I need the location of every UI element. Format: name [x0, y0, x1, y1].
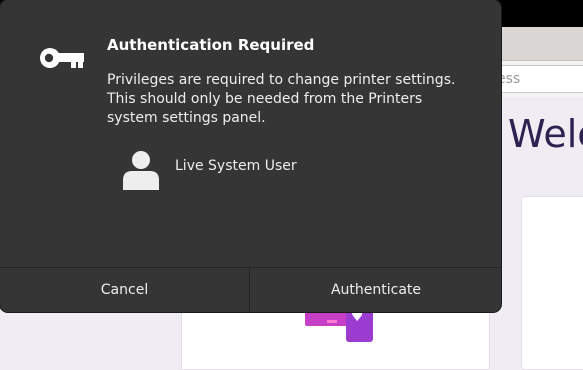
dialog-button-bar: Cancel Authenticate	[0, 267, 501, 312]
authenticate-button[interactable]: Authenticate	[251, 268, 501, 312]
background-card-right	[521, 196, 583, 370]
cancel-button[interactable]: Cancel	[0, 268, 250, 312]
background-welcome-heading: Welc	[508, 112, 583, 156]
user-avatar-icon	[123, 151, 159, 190]
dialog-title: Authentication Required	[107, 36, 315, 54]
authentication-dialog: Authentication Required Privileges are r…	[0, 0, 501, 312]
user-selector: Live System User	[122, 148, 372, 192]
user-name: Live System User	[175, 158, 297, 174]
key-icon	[40, 48, 84, 68]
heart-icon: ♥	[351, 309, 364, 325]
dialog-message: Privileges are required to change printe…	[107, 72, 456, 126]
